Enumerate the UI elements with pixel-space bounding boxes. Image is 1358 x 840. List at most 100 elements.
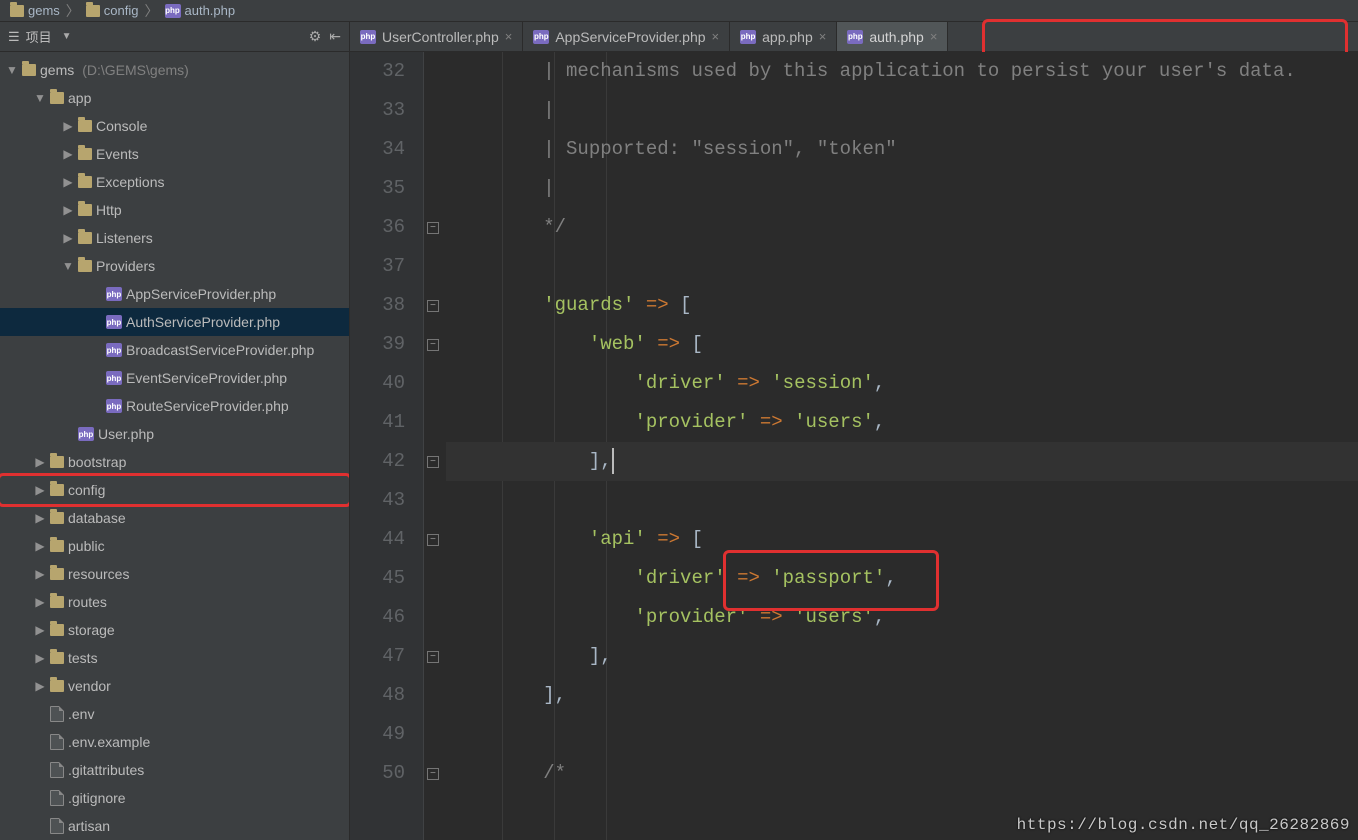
editor-tabs[interactable]: UserController.php×AppServiceProvider.ph… bbox=[350, 22, 1358, 52]
tree-arrow-icon[interactable] bbox=[34, 539, 46, 553]
editor-tab[interactable]: AppServiceProvider.php× bbox=[523, 22, 730, 51]
chevron-down-icon[interactable]: ▼ bbox=[62, 31, 72, 42]
tree-row[interactable]: AuthServiceProvider.php bbox=[0, 308, 349, 336]
fold-column[interactable]: − − − − − − − bbox=[424, 52, 446, 840]
tree-row[interactable]: storage bbox=[0, 616, 349, 644]
code-line[interactable]: ], bbox=[446, 442, 1358, 481]
code-line[interactable]: 'web' => [ bbox=[446, 325, 1358, 364]
tree-row[interactable]: bootstrap bbox=[0, 448, 349, 476]
breadcrumb-item[interactable]: gems bbox=[6, 3, 64, 18]
tree-arrow-icon[interactable] bbox=[34, 651, 46, 665]
breadcrumb-item[interactable]: auth.php bbox=[161, 3, 240, 18]
php-file-icon bbox=[78, 427, 94, 441]
tree-arrow-icon[interactable] bbox=[62, 175, 74, 189]
tree-row[interactable]: Events bbox=[0, 140, 349, 168]
tree-row[interactable]: .env.example bbox=[0, 728, 349, 756]
tree-arrow-icon[interactable] bbox=[62, 147, 74, 161]
fold-toggle-icon[interactable]: − bbox=[427, 456, 439, 468]
tree-row[interactable]: BroadcastServiceProvider.php bbox=[0, 336, 349, 364]
code-line[interactable] bbox=[446, 481, 1358, 520]
code-line[interactable]: 'provider' => 'users', bbox=[446, 598, 1358, 637]
project-tree[interactable]: gems(D:\GEMS\gems)appConsoleEventsExcept… bbox=[0, 52, 349, 840]
tree-arrow-icon[interactable] bbox=[34, 623, 46, 637]
tree-row[interactable]: Providers bbox=[0, 252, 349, 280]
fold-toggle-icon[interactable]: − bbox=[427, 768, 439, 780]
code-line[interactable]: */ bbox=[446, 208, 1358, 247]
tree-row[interactable]: tests bbox=[0, 644, 349, 672]
tree-arrow-icon[interactable] bbox=[62, 203, 74, 217]
code-line[interactable]: 'provider' => 'users', bbox=[446, 403, 1358, 442]
code-line[interactable] bbox=[446, 247, 1358, 286]
close-icon[interactable]: × bbox=[930, 29, 938, 44]
tree-row[interactable]: app bbox=[0, 84, 349, 112]
code-line[interactable]: | bbox=[446, 169, 1358, 208]
editor-tab[interactable]: app.php× bbox=[730, 22, 837, 51]
tree-arrow-icon[interactable] bbox=[34, 567, 46, 581]
tree-row[interactable]: Exceptions bbox=[0, 168, 349, 196]
tree-label: AuthServiceProvider.php bbox=[126, 314, 280, 330]
code-line[interactable]: 'driver' => 'passport', bbox=[446, 559, 1358, 598]
fold-toggle-icon[interactable]: − bbox=[427, 300, 439, 312]
tree-row[interactable]: AppServiceProvider.php bbox=[0, 280, 349, 308]
code-line[interactable]: | mechanisms used by this application to… bbox=[446, 52, 1358, 91]
gear-icon[interactable]: ⚙ bbox=[309, 28, 322, 45]
tree-row[interactable]: public bbox=[0, 532, 349, 560]
project-tool-window: ☰ 项目 ▼ ⚙ ⇤ gems(D:\GEMS\gems)appConsoleE… bbox=[0, 22, 350, 840]
tree-row[interactable]: User.php bbox=[0, 420, 349, 448]
close-icon[interactable]: × bbox=[819, 29, 827, 44]
file-tree-icon[interactable]: ☰ bbox=[8, 29, 20, 45]
tree-row[interactable]: Listeners bbox=[0, 224, 349, 252]
code-line[interactable]: 'guards' => [ bbox=[446, 286, 1358, 325]
php-file-icon bbox=[106, 371, 122, 385]
tree-row[interactable]: database bbox=[0, 504, 349, 532]
collapse-icon[interactable]: ⇤ bbox=[329, 28, 341, 45]
code-line[interactable]: ], bbox=[446, 637, 1358, 676]
project-panel-label[interactable]: 项目 bbox=[26, 27, 52, 46]
tree-arrow-icon[interactable] bbox=[34, 483, 46, 497]
fold-toggle-icon[interactable]: − bbox=[427, 222, 439, 234]
close-icon[interactable]: × bbox=[505, 29, 513, 44]
tree-arrow-icon[interactable] bbox=[34, 455, 46, 469]
tree-arrow-icon[interactable] bbox=[62, 119, 74, 133]
tree-arrow-icon[interactable] bbox=[34, 679, 46, 693]
file-icon bbox=[50, 790, 64, 806]
tree-row[interactable]: Http bbox=[0, 196, 349, 224]
tree-row[interactable]: resources bbox=[0, 560, 349, 588]
tree-row[interactable]: artisan bbox=[0, 812, 349, 840]
tree-label: public bbox=[68, 538, 105, 554]
tree-arrow-icon[interactable] bbox=[34, 91, 46, 105]
line-number: 41 bbox=[350, 403, 405, 442]
tree-row[interactable]: .gitattributes bbox=[0, 756, 349, 784]
tree-arrow-icon[interactable] bbox=[6, 63, 18, 77]
tree-row[interactable]: config bbox=[0, 476, 349, 504]
close-icon[interactable]: × bbox=[712, 29, 720, 44]
tree-row[interactable]: routes bbox=[0, 588, 349, 616]
tree-row[interactable]: vendor bbox=[0, 672, 349, 700]
code-line[interactable]: ], bbox=[446, 676, 1358, 715]
tree-row[interactable]: Console bbox=[0, 112, 349, 140]
editor-tab[interactable]: UserController.php× bbox=[350, 22, 523, 51]
code-line[interactable]: | bbox=[446, 91, 1358, 130]
tree-arrow-icon[interactable] bbox=[34, 595, 46, 609]
tree-row[interactable]: gems(D:\GEMS\gems) bbox=[0, 56, 349, 84]
editor-tab[interactable]: auth.php× bbox=[837, 22, 948, 51]
tree-row[interactable]: .gitignore bbox=[0, 784, 349, 812]
code-content[interactable]: | mechanisms used by this application to… bbox=[446, 52, 1358, 840]
fold-toggle-icon[interactable]: − bbox=[427, 651, 439, 663]
fold-toggle-icon[interactable]: − bbox=[427, 534, 439, 546]
tree-row[interactable]: EventServiceProvider.php bbox=[0, 364, 349, 392]
tree-row[interactable]: .env bbox=[0, 700, 349, 728]
file-icon bbox=[50, 818, 64, 834]
breadcrumb-item[interactable]: config bbox=[82, 3, 143, 18]
code-line[interactable]: 'driver' => 'session', bbox=[446, 364, 1358, 403]
php-file-icon bbox=[165, 4, 181, 18]
code-line[interactable]: | Supported: "session", "token" bbox=[446, 130, 1358, 169]
fold-toggle-icon[interactable]: − bbox=[427, 339, 439, 351]
tree-row[interactable]: RouteServiceProvider.php bbox=[0, 392, 349, 420]
tree-arrow-icon[interactable] bbox=[62, 231, 74, 245]
tree-arrow-icon[interactable] bbox=[34, 511, 46, 525]
tree-arrow-icon[interactable] bbox=[62, 259, 74, 273]
code-line[interactable]: /* bbox=[446, 754, 1358, 793]
code-line[interactable]: 'api' => [ bbox=[446, 520, 1358, 559]
code-line[interactable] bbox=[446, 715, 1358, 754]
